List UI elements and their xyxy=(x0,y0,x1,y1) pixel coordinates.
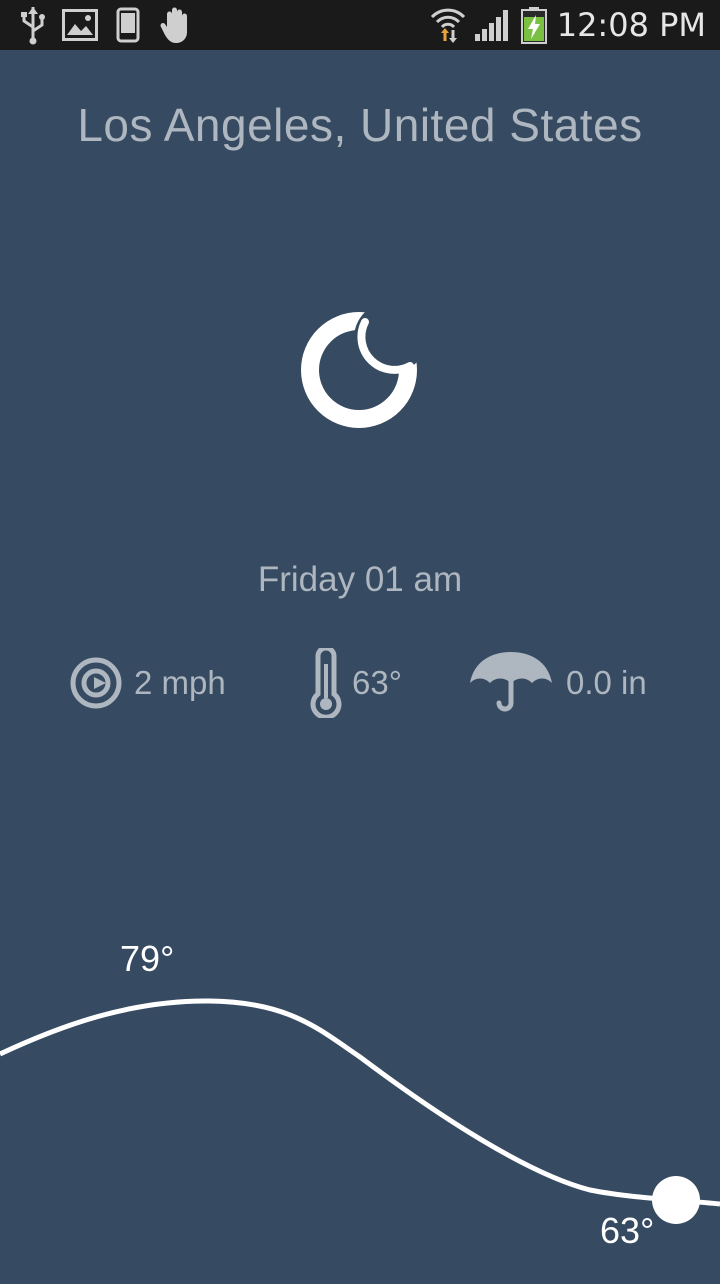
phone-icon xyxy=(116,0,140,50)
signal-icon xyxy=(474,0,512,50)
forecast-datetime: Friday 01 am xyxy=(257,560,463,599)
current-temp-label: 63° xyxy=(600,1210,655,1251)
wind-metric: 2 mph xyxy=(68,648,226,718)
thermometer-icon xyxy=(308,645,344,720)
clock-time: 12:08 PM xyxy=(556,6,706,44)
status-bar: 12:08 PM xyxy=(0,0,720,50)
moon-icon xyxy=(290,300,430,440)
hand-icon xyxy=(158,0,194,50)
precipitation-metric: 0.0 in xyxy=(468,648,647,718)
wifi-icon xyxy=(430,0,466,50)
location-title[interactable]: Los Angeles, United States xyxy=(0,98,720,152)
battery-charging-icon xyxy=(520,0,548,50)
temperature-curve xyxy=(0,998,720,1207)
current-hour-marker xyxy=(652,1176,700,1224)
wind-speed: 2 mph xyxy=(134,664,226,701)
image-icon xyxy=(62,0,98,50)
temperature-value: 63° xyxy=(352,664,402,701)
precipitation-value: 0.0 in xyxy=(566,664,647,701)
usb-icon xyxy=(18,0,48,50)
umbrella-icon xyxy=(468,651,554,715)
temperature-metric: 63° xyxy=(308,645,402,720)
wind-icon xyxy=(68,655,124,711)
high-temp-label: 79° xyxy=(120,938,175,979)
